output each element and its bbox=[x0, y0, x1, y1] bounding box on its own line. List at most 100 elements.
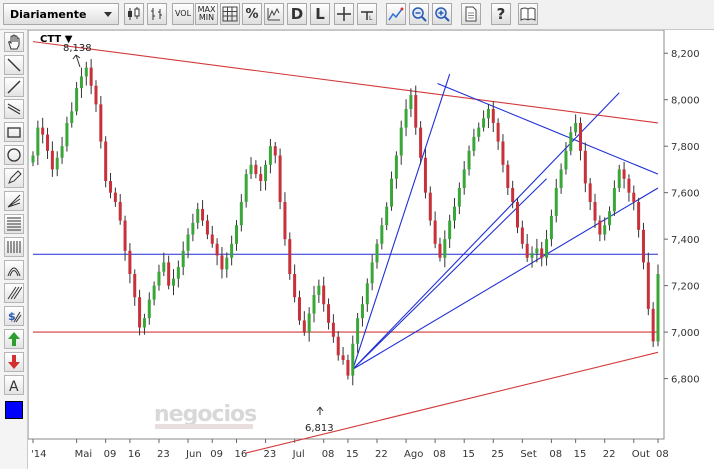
hline-tool-button[interactable] bbox=[4, 99, 24, 119]
y-tick-label: 7,000 bbox=[671, 328, 700, 339]
rectangle-tool-button[interactable] bbox=[4, 122, 24, 142]
candle-down bbox=[46, 134, 50, 151]
pencil-icon bbox=[8, 170, 22, 184]
maxmin-button[interactable]: MAX MIN bbox=[195, 3, 218, 25]
volume-button[interactable]: VOL bbox=[172, 3, 194, 25]
candlestick-chart-button[interactable] bbox=[124, 3, 144, 25]
percent-button[interactable]: % bbox=[242, 3, 262, 25]
candle-up bbox=[612, 188, 616, 212]
candle-up bbox=[31, 155, 35, 163]
zoom-out-button[interactable] bbox=[409, 3, 429, 25]
candle-down bbox=[50, 150, 54, 170]
y-axis: 8,200 8,000 7,800 7,600 7,400 7,200 7,000 6,800 bbox=[664, 49, 700, 386]
x-tick-label: '14 bbox=[31, 449, 46, 460]
candle-down bbox=[414, 95, 418, 128]
candle-up bbox=[462, 169, 466, 189]
candle-down bbox=[331, 322, 335, 337]
candle-down bbox=[588, 183, 592, 202]
candle-down bbox=[341, 355, 345, 360]
candle-up bbox=[574, 122, 578, 133]
y-tick-label: 7,600 bbox=[671, 189, 700, 200]
candle-up bbox=[152, 285, 156, 300]
crosshair-button[interactable] bbox=[334, 3, 354, 25]
candle-down bbox=[423, 157, 427, 193]
candle-up bbox=[443, 239, 447, 258]
fan-tool-button[interactable] bbox=[4, 191, 24, 211]
horizontal-line-button[interactable]: L bbox=[357, 3, 377, 25]
candle-up bbox=[307, 313, 311, 333]
y-tick-label: 6,800 bbox=[671, 375, 700, 386]
symbol-name: CTT bbox=[40, 34, 62, 45]
candle-down bbox=[278, 155, 282, 202]
candle-down bbox=[641, 229, 645, 263]
ellipse-tool-button[interactable] bbox=[4, 145, 24, 165]
candle-down bbox=[273, 146, 277, 156]
zoom-in-button[interactable] bbox=[432, 3, 452, 25]
x-tick-label: 15 bbox=[462, 449, 475, 460]
save-button[interactable] bbox=[461, 3, 481, 25]
svg-text:A: A bbox=[9, 379, 19, 393]
trend-draw-icon bbox=[388, 7, 404, 21]
draw-trend-button[interactable] bbox=[386, 3, 406, 25]
down-arrow-tool-button[interactable] bbox=[4, 352, 24, 372]
ray-tool-button[interactable] bbox=[4, 77, 24, 97]
channel-tool-button[interactable] bbox=[4, 237, 24, 257]
symbol-label[interactable]: CTT ▼ bbox=[40, 34, 72, 45]
candle-down bbox=[220, 255, 224, 270]
x-tick-label: 08 bbox=[549, 449, 562, 460]
arc-icon bbox=[7, 267, 21, 277]
candle-up bbox=[176, 267, 180, 279]
line-tool-button[interactable] bbox=[4, 55, 24, 75]
bar-chart-button[interactable] bbox=[147, 3, 167, 25]
candle-up bbox=[36, 127, 40, 156]
candle-down bbox=[578, 122, 582, 151]
log-scale-button[interactable] bbox=[264, 3, 284, 25]
pencil-tool-button[interactable] bbox=[4, 168, 24, 188]
daily-button[interactable]: D bbox=[287, 3, 307, 25]
candle-up bbox=[477, 127, 481, 137]
help-button[interactable]: ? bbox=[491, 3, 511, 25]
candle-up bbox=[608, 211, 612, 226]
color-picker[interactable] bbox=[5, 401, 23, 419]
arc-tool-button[interactable] bbox=[4, 260, 24, 280]
x-tick-label: 16 bbox=[234, 449, 247, 460]
candle-down bbox=[583, 150, 587, 184]
candle-down bbox=[297, 297, 301, 321]
grid-button[interactable] bbox=[220, 3, 240, 25]
symbol-dropdown-icon: ▼ bbox=[64, 34, 73, 45]
candle-up bbox=[399, 127, 403, 156]
candle-down bbox=[94, 85, 98, 105]
fibonacci-tool-button[interactable] bbox=[4, 214, 24, 234]
manual-button[interactable] bbox=[518, 3, 538, 25]
candle-up bbox=[656, 274, 660, 342]
candle-down bbox=[322, 285, 326, 305]
regression-tool-button[interactable]: $ bbox=[4, 306, 24, 326]
candle-down bbox=[506, 164, 510, 189]
diagonal-line-icon bbox=[7, 58, 21, 72]
period-value: Diariamente bbox=[10, 7, 87, 21]
period-select[interactable]: Diariamente bbox=[3, 3, 119, 25]
hand-tool-button[interactable] bbox=[4, 32, 24, 52]
candle-up bbox=[84, 67, 88, 77]
grid-icon bbox=[222, 6, 238, 22]
candle-up bbox=[312, 294, 316, 314]
candle-down bbox=[89, 67, 93, 86]
candle-up bbox=[142, 318, 146, 328]
candle-up bbox=[249, 164, 253, 175]
crosshair-icon bbox=[337, 7, 351, 21]
x-tick-label: 08 bbox=[433, 449, 446, 460]
parallel-lines-icon bbox=[7, 103, 21, 115]
line-chart-button[interactable]: L bbox=[310, 3, 330, 25]
x-tick-label: 08 bbox=[656, 449, 669, 460]
candle-down bbox=[259, 174, 263, 182]
candle-up bbox=[390, 178, 394, 207]
text-tool-button[interactable]: A bbox=[4, 375, 24, 395]
speed-lines-tool-button[interactable] bbox=[4, 283, 24, 303]
candle-up bbox=[268, 146, 272, 165]
candle-up bbox=[172, 278, 176, 286]
candle-up bbox=[230, 243, 234, 258]
up-arrow-tool-button[interactable] bbox=[4, 329, 24, 349]
candle-up bbox=[486, 109, 490, 119]
d-label: D bbox=[290, 5, 304, 23]
speed-lines-icon bbox=[7, 286, 22, 300]
